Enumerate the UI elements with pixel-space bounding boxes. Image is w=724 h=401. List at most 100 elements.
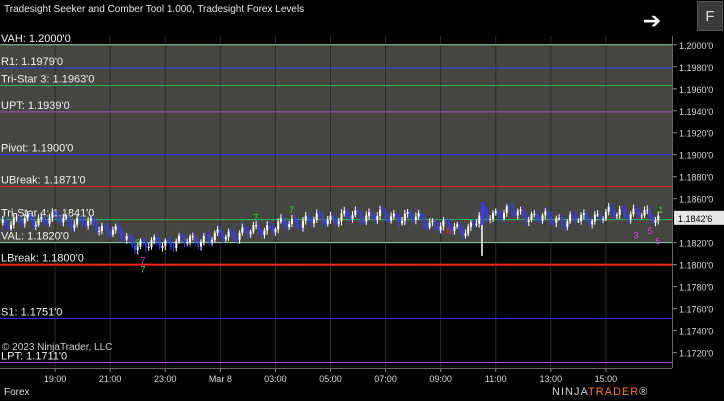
candle-body [370, 212, 373, 217]
candle-body [525, 215, 528, 223]
candle-body [4, 219, 7, 225]
candle-body [555, 218, 558, 224]
candle-body [431, 220, 434, 223]
candle-body [233, 232, 236, 240]
level-label-ubreak: UBreak: 1.1871'0 [1, 175, 86, 187]
candle-body [472, 222, 475, 225]
candle-body [637, 210, 640, 217]
candle-body [359, 213, 362, 221]
candle-body [596, 214, 599, 216]
candle-body [296, 220, 299, 228]
candle-body [368, 212, 371, 216]
candle-body [516, 211, 519, 216]
arrow-right-icon[interactable]: ➔ [640, 10, 664, 32]
candle-body [357, 210, 360, 214]
level-label-vah: VAH: 1.2000'0 [1, 33, 71, 45]
candle-body [348, 215, 351, 220]
candle-body [249, 231, 252, 235]
candle-body [114, 226, 117, 231]
candle-body [547, 211, 550, 216]
candle-body [293, 218, 296, 221]
candle-body [483, 208, 486, 213]
level-label-s1: S1: 1.1751'0 [1, 307, 62, 319]
candle-body [10, 224, 13, 229]
candle-body [307, 216, 310, 220]
candle-body [398, 217, 401, 224]
candle-body [566, 221, 569, 228]
candle-body [381, 209, 384, 211]
candle-body [552, 222, 555, 224]
candle-body [384, 210, 387, 218]
time-tick-label: 15:00 [595, 374, 618, 384]
price-tick-label: 1.1920'0 [679, 129, 713, 139]
candle-body [318, 213, 321, 215]
candle-body [67, 216, 70, 224]
level-label-upt: UPT: 1.1939'0 [1, 100, 70, 112]
candle-body [376, 216, 379, 220]
candle-body [635, 208, 638, 211]
candle-body [310, 219, 313, 224]
candle-body [131, 237, 134, 246]
chart-canvas[interactable]: VAH: 1.2000'0 R1: 1.1979'0 Tri-Star 3: 1.1… [0, 0, 672, 368]
candle-body [343, 210, 346, 214]
time-tick-label: Mar 8 [209, 374, 232, 384]
candle-body [219, 229, 222, 235]
candle-body [558, 217, 561, 219]
candle-body [15, 216, 18, 218]
candle-body [613, 210, 616, 217]
side-panel-button[interactable]: F [697, 1, 723, 31]
candle-body [98, 230, 101, 232]
candle-body [106, 226, 109, 233]
candle-body [103, 225, 106, 227]
candle-body [442, 220, 445, 227]
candle-body [125, 236, 128, 240]
price-tick-label: 1.1720'0 [679, 349, 713, 359]
candle-body [412, 217, 415, 221]
candle-body [84, 224, 87, 226]
candle-body [161, 245, 164, 248]
candle-body [21, 222, 24, 224]
candle-body [51, 211, 54, 218]
candle-body [191, 236, 194, 238]
chart-title: Tradesight Seeker and Comber Tool 1.000,… [4, 4, 305, 15]
signal-marker: 5 [135, 238, 140, 248]
candle-body [164, 240, 167, 246]
candle-body [646, 209, 649, 211]
candle-body [569, 214, 572, 222]
candle-body [491, 213, 494, 219]
time-tick-label: 05:00 [319, 374, 342, 384]
candle-body [486, 212, 489, 219]
candle-body [406, 211, 409, 214]
candle-body [445, 220, 448, 222]
candle-body [197, 242, 200, 247]
candle-body [147, 246, 150, 248]
candle-body [648, 209, 651, 217]
candle-body [585, 213, 588, 220]
candle-body [340, 213, 343, 222]
time-axis[interactable]: 19:00 21:00 23:00 Mar 8 03:00 05:00 07:00 09:00… [0, 368, 672, 387]
candle-body [387, 217, 390, 221]
candle-body [640, 215, 643, 217]
candle-body [172, 246, 175, 248]
instrument-type-label: Forex [4, 387, 30, 398]
candle-body [456, 224, 459, 227]
candle-body [533, 213, 536, 215]
candle-body [62, 217, 65, 223]
candle-body [246, 230, 249, 235]
price-tick-label: 1.1960'0 [679, 85, 713, 95]
candle-body [514, 213, 517, 216]
candle-body [626, 216, 629, 220]
candle-body [194, 236, 197, 243]
candle-body [252, 225, 255, 232]
candle-body [574, 215, 577, 221]
candle-body [43, 217, 46, 222]
price-tick-label: 1.1800'0 [679, 261, 713, 271]
signal-marker: 7 [289, 205, 294, 215]
candle-body [453, 226, 456, 231]
candle-body [128, 236, 131, 238]
price-axis[interactable]: 1.2000'0 1.1980'0 1.1960'0 1.1940'0 1.1920'0… [672, 36, 724, 368]
candle-body [244, 227, 247, 231]
candle-body [602, 218, 605, 220]
candle-body [425, 225, 428, 228]
candle-body [629, 214, 632, 220]
